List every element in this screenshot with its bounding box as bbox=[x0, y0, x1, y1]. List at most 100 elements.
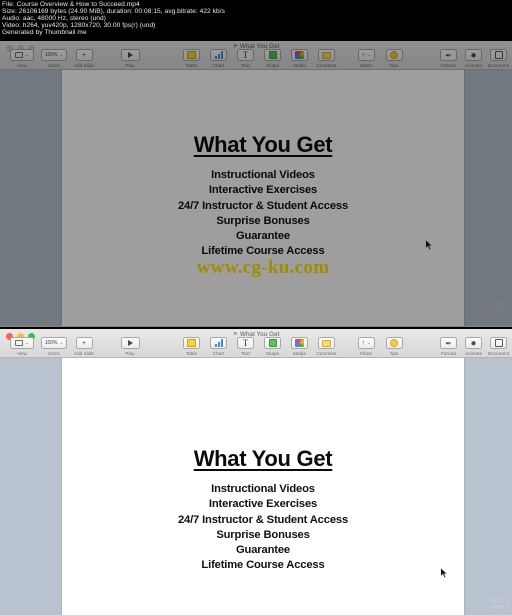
play-button[interactable]: Play bbox=[116, 49, 144, 68]
view-icon: ⌄ bbox=[10, 49, 34, 61]
format-label: Format bbox=[441, 350, 456, 356]
media-label: Media bbox=[293, 350, 306, 356]
play-icon bbox=[120, 337, 140, 349]
format-button[interactable]: ✒ Format bbox=[436, 337, 461, 356]
chart-button[interactable]: Chart bbox=[205, 49, 232, 68]
slide-bullets-top: Instructional Videos Interactive Exercis… bbox=[62, 168, 464, 260]
table-icon bbox=[183, 49, 200, 61]
toolbar-group-insert-bottom: Table Chart T Text Shape Media Comment bbox=[178, 337, 340, 356]
text-button[interactable]: T Text bbox=[232, 49, 259, 68]
document-button[interactable]: Document bbox=[486, 49, 511, 68]
text-button[interactable]: T Text bbox=[232, 337, 259, 356]
table-button[interactable]: Table bbox=[178, 337, 205, 356]
tips-button[interactable]: Tips bbox=[380, 49, 408, 68]
comment-label: Comment bbox=[316, 350, 337, 356]
document-label: Document bbox=[487, 62, 510, 68]
zoom-value: 100% bbox=[44, 340, 58, 346]
shape-label: Shape bbox=[265, 62, 280, 68]
chart-label: Chart bbox=[212, 350, 225, 356]
view-button[interactable]: ⌄ View bbox=[10, 49, 34, 68]
slide-top[interactable]: What You Get Instructional Videos Intera… bbox=[62, 70, 464, 326]
animate-icon: ✸ bbox=[465, 49, 482, 61]
udemy-watermark-bottom: udemy 9906681 bbox=[489, 597, 510, 611]
chart-button[interactable]: Chart bbox=[205, 337, 232, 356]
video-info-header: File: Course Overview & How to Succeed.m… bbox=[0, 0, 512, 41]
zoom-icon: 100% ⌄ bbox=[41, 337, 67, 349]
view-icon: ⌄ bbox=[10, 337, 34, 349]
add-slide-label: Add Slide bbox=[74, 350, 95, 356]
zoom-button[interactable]: 100% ⌄ Zoom bbox=[41, 49, 67, 68]
slide-navigator-top[interactable] bbox=[0, 70, 62, 326]
add-slide-button[interactable]: + Add Slide bbox=[74, 337, 94, 356]
info-line-video: Video: h264, yuv420p, 1280x720, 30.00 fp… bbox=[2, 22, 156, 29]
toolbar-group-left-top: ⌄ View 100% ⌄ Zoom + Add Slide bbox=[10, 49, 101, 68]
play-label: Play bbox=[125, 350, 135, 356]
toolbar-group-share-bottom: ↑ ⌄ Share Tips bbox=[352, 337, 408, 356]
text-icon: T bbox=[237, 49, 254, 61]
slide-canvas-top[interactable]: What You Get Instructional Videos Intera… bbox=[62, 70, 464, 326]
share-label: Share bbox=[359, 350, 373, 356]
toolbar-top: ⚑ What You Get ⌄ View 100% ⌄ Zoom + Add Sl… bbox=[0, 41, 512, 70]
slide-navigator-bottom[interactable] bbox=[0, 358, 62, 615]
add-slide-button[interactable]: + Add Slide bbox=[74, 49, 94, 68]
format-button[interactable]: ✒ Format bbox=[436, 49, 461, 68]
plus-icon: + bbox=[75, 337, 93, 349]
slide-title-bottom: What You Get bbox=[193, 446, 333, 471]
toolbar-group-share-top: ↑ ⌄ Share Tips bbox=[352, 49, 408, 68]
animate-button[interactable]: ✸ Animate bbox=[461, 49, 486, 68]
table-button[interactable]: Table bbox=[178, 49, 205, 68]
shape-button[interactable]: Shape bbox=[259, 337, 286, 356]
toolbar-group-left-bottom: ⌄ View 100% ⌄ Zoom + Add Slide bbox=[10, 337, 101, 356]
toolbar-group-play-bottom: Play bbox=[116, 337, 144, 356]
keynote-window-top: ⚑ What You Get ⌄ View 100% ⌄ Zoom + Add Sl… bbox=[0, 41, 512, 327]
play-button[interactable]: Play bbox=[116, 337, 144, 356]
comment-button[interactable]: Comment bbox=[313, 337, 340, 356]
tips-label: Tips bbox=[389, 350, 399, 356]
slide-line: Surprise Bonuses bbox=[216, 528, 310, 541]
info-line-size: Size: 26106169 bytes (24.90 MiB), durati… bbox=[2, 8, 225, 15]
udemy-code-text: 9906681 bbox=[490, 604, 510, 611]
inspector-panel-top[interactable] bbox=[464, 70, 512, 326]
tips-label: Tips bbox=[389, 62, 399, 68]
format-label: Format bbox=[441, 62, 456, 68]
udemy-code-text: 9906681 bbox=[490, 308, 510, 315]
slide-bullets-bottom: Instructional Videos Interactive Exercis… bbox=[62, 482, 464, 574]
comment-button[interactable]: Comment bbox=[313, 49, 340, 68]
play-icon bbox=[120, 49, 140, 61]
media-button[interactable]: Media bbox=[286, 49, 313, 68]
view-button[interactable]: ⌄ View bbox=[10, 337, 34, 356]
document-button[interactable]: Document bbox=[486, 337, 511, 356]
slide-line: 24/7 Instructor & Student Access bbox=[177, 513, 349, 526]
inspector-panel-bottom[interactable] bbox=[464, 358, 512, 615]
plus-icon: + bbox=[75, 49, 93, 61]
slide-bottom[interactable]: What You Get Instructional Videos Intera… bbox=[62, 358, 464, 615]
share-icon: ↑ ⌄ bbox=[357, 337, 375, 349]
shape-button[interactable]: Shape bbox=[259, 49, 286, 68]
tips-icon bbox=[385, 337, 403, 349]
slide-line: Lifetime Course Access bbox=[201, 559, 325, 572]
media-button[interactable]: Media bbox=[286, 337, 313, 356]
zoom-button[interactable]: 100% ⌄ Zoom bbox=[41, 337, 67, 356]
shape-icon bbox=[264, 49, 281, 61]
zoom-label: Zoom bbox=[48, 350, 60, 356]
share-button[interactable]: ↑ ⌄ Share bbox=[352, 49, 380, 68]
share-button[interactable]: ↑ ⌄ Share bbox=[352, 337, 380, 356]
add-slide-label: Add Slide bbox=[74, 62, 95, 68]
toolbar-group-insert-top: Table Chart T Text Shape Media Comment bbox=[178, 49, 340, 68]
toolbar-group-inspector-top: ✒ Format ✸ Animate Document bbox=[436, 49, 511, 68]
mouse-cursor-top bbox=[425, 239, 433, 251]
slide-canvas-bottom[interactable]: What You Get Instructional Videos Intera… bbox=[62, 358, 464, 615]
play-label: Play bbox=[125, 62, 135, 68]
mouse-cursor-bottom bbox=[440, 567, 448, 579]
media-icon bbox=[291, 49, 308, 61]
document-label: Document bbox=[487, 350, 510, 356]
text-icon: T bbox=[237, 337, 254, 349]
view-label: View bbox=[16, 350, 28, 356]
brush-icon: ✒ bbox=[440, 337, 457, 349]
keynote-window-bottom: ⚑ What You Get ⌄ View 100% ⌄ Zoom + Add Sl… bbox=[0, 329, 512, 616]
animate-button[interactable]: ✸ Animate bbox=[461, 337, 486, 356]
tips-button[interactable]: Tips bbox=[380, 337, 408, 356]
document-icon bbox=[490, 49, 507, 61]
share-icon: ↑ ⌄ bbox=[357, 49, 375, 61]
slide-line: Guarantee bbox=[236, 230, 290, 243]
